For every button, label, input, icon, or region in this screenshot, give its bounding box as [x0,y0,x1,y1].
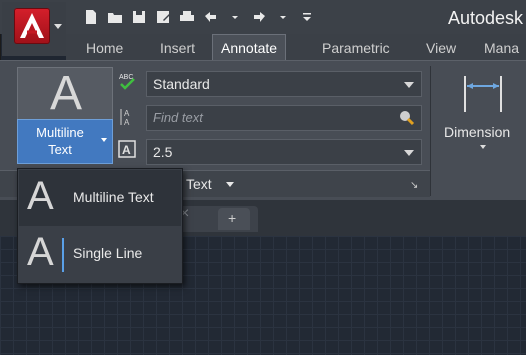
tab-home[interactable]: Home [86,40,123,56]
text-scale-icon: A [118,140,136,158]
flyout-item-label: Multiline Text [73,189,154,205]
find-text-input[interactable]: Find text [146,105,422,131]
text-height-select[interactable]: 2.5 [146,139,422,165]
app-title: Autodesk [448,8,524,28]
dimension-button-label[interactable]: Dimension [444,124,510,140]
single-line-text-icon: A [27,230,54,274]
text-style-value: Standard [153,76,210,92]
new-file-tab-button[interactable]: + [218,208,250,230]
multiline-text-label: Multiline Text [36,125,84,157]
tab-insert[interactable]: Insert [160,40,195,56]
undo-icon[interactable] [202,8,220,26]
redo-icon[interactable] [250,8,268,26]
linear-dimension-icon[interactable] [460,72,506,116]
chevron-down-icon[interactable] [226,182,234,187]
saveas-icon[interactable] [154,8,172,26]
text-cursor-icon [62,238,64,272]
find-replace-icon[interactable] [396,109,416,127]
chevron-down-icon[interactable] [480,145,486,149]
abc-text: ABC [119,74,133,81]
chevron-down-icon [101,138,107,142]
dialog-launcher-icon[interactable]: ↘ [410,180,418,191]
text-a-icon: A [49,67,82,120]
svg-text:A: A [124,118,130,127]
flyout-item-label: Single Line [73,245,143,261]
text-panel-title[interactable]: Text [186,176,212,192]
customize-icon[interactable] [298,8,316,26]
text-style-select[interactable]: Standard [146,71,422,97]
text-type-flyout: A Multiline Text A Single Line [17,168,183,284]
tab-parametric[interactable]: Parametric [322,40,390,56]
multiline-text-icon: A [27,174,54,218]
chevron-down-icon[interactable] [404,150,414,156]
flyout-item-multiline-text[interactable]: A Multiline Text [19,170,181,226]
open-icon[interactable] [106,8,124,26]
panel-divider [430,66,431,196]
quick-access-toolbar [82,6,316,28]
multiline-text-dropdown[interactable]: Multiline Text [17,119,113,164]
multiline-text-button-top[interactable]: A [17,67,113,120]
chevron-down-icon [54,24,62,29]
redo-dropdown-icon[interactable] [274,8,292,26]
new-icon[interactable] [82,8,100,26]
plus-icon: + [228,210,237,226]
print-icon[interactable] [178,8,196,26]
multiline-text-split-button[interactable]: A Multiline Text [17,67,113,164]
svg-text:A: A [122,143,131,157]
tab-manage[interactable]: Mana [484,40,519,56]
tab-annotate[interactable]: Annotate [212,34,287,60]
chevron-down-icon[interactable] [404,82,414,88]
find-text-placeholder: Find text [153,110,203,125]
autocad-logo-icon [14,8,50,44]
application-menu-button[interactable] [2,2,66,56]
tab-view[interactable]: View [426,40,456,56]
svg-text:A: A [124,109,130,118]
ribbon-tab-row: Home Insert Annotate Parametric View Man… [66,34,526,60]
check-spelling-icon[interactable]: ABC [118,72,136,90]
text-height-icon: A A [118,107,136,127]
save-icon[interactable] [130,8,148,26]
flyout-item-single-line[interactable]: A Single Line [19,226,181,282]
undo-dropdown-icon[interactable] [226,8,244,26]
text-height-value: 2.5 [153,144,173,160]
